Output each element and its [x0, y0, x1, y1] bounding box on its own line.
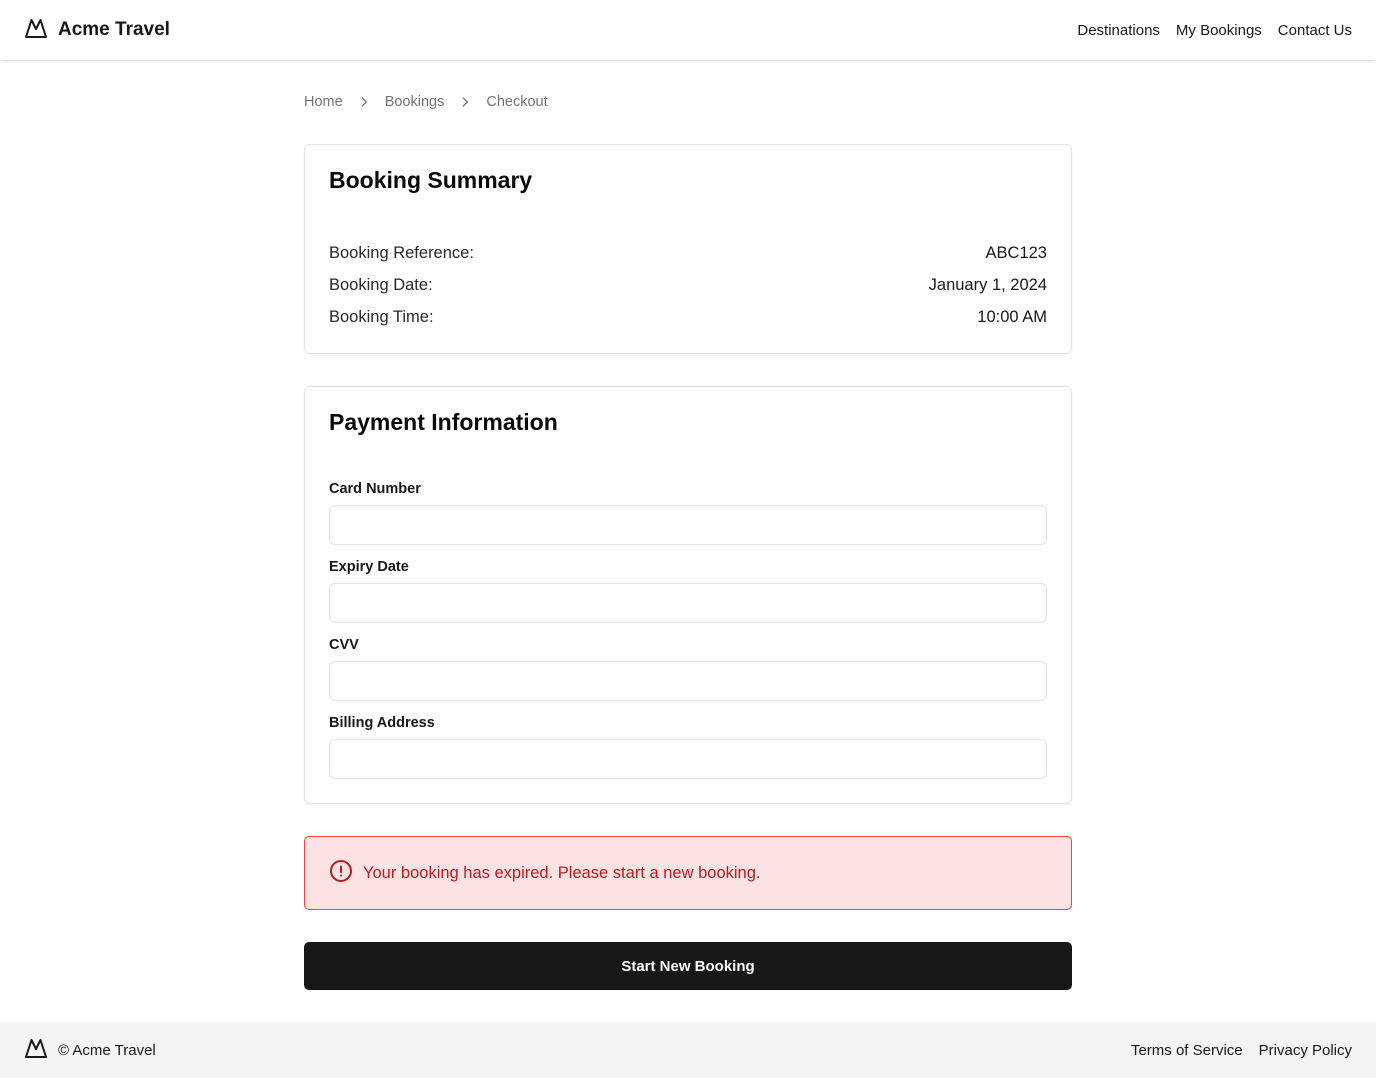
chevron-right-icon — [456, 93, 474, 111]
expiry-date-label: Expiry Date — [329, 559, 409, 575]
summary-label: Booking Date: — [329, 275, 433, 294]
expiry-date-input[interactable] — [329, 583, 1047, 623]
summary-value: 10:00 AM — [977, 307, 1047, 326]
summary-label: Booking Time: — [329, 307, 434, 326]
brand-link[interactable]: Acme Travel — [24, 16, 170, 45]
start-new-booking-button[interactable]: Start New Booking — [304, 942, 1072, 990]
breadcrumb-checkout[interactable]: Checkout — [486, 94, 547, 110]
cvv-label: CVV — [329, 637, 359, 653]
mountain-logo-icon — [24, 1036, 48, 1065]
billing-address-input[interactable] — [329, 739, 1047, 779]
breadcrumb: Home Bookings Checkout — [304, 92, 548, 112]
nav-link-my-bookings[interactable]: My Bookings — [1176, 22, 1262, 39]
footer-copyright: © Acme Travel — [58, 1041, 156, 1059]
main-nav: Destinations My Bookings Contact Us — [1077, 22, 1352, 39]
summary-value: ABC123 — [985, 243, 1047, 262]
alert-message: Your booking has expired. Please start a… — [363, 863, 761, 882]
booking-summary-title: Booking Summary — [329, 167, 533, 193]
nav-link-destinations[interactable]: Destinations — [1077, 22, 1160, 39]
footer-brand: © Acme Travel — [24, 1036, 156, 1065]
privacy-policy-link[interactable]: Privacy Policy — [1259, 1042, 1352, 1059]
summary-row-date: Booking Date: January 1, 2024 — [329, 273, 1047, 297]
site-header: Acme Travel Destinations My Bookings Con… — [0, 0, 1376, 60]
summary-value: January 1, 2024 — [928, 275, 1047, 294]
card-number-label: Card Number — [329, 481, 421, 497]
chevron-right-icon — [355, 93, 373, 111]
summary-label: Booking Reference: — [329, 243, 474, 262]
nav-link-contact-us[interactable]: Contact Us — [1278, 22, 1352, 39]
breadcrumb-home[interactable]: Home — [304, 94, 343, 110]
card-number-input[interactable] — [329, 505, 1047, 545]
mountain-logo-icon — [24, 16, 48, 45]
billing-address-label: Billing Address — [329, 715, 435, 731]
cvv-input[interactable] — [329, 661, 1047, 701]
payment-information-title: Payment Information — [329, 409, 558, 435]
alert-circle-icon — [329, 859, 353, 888]
booking-summary-card: Booking Summary Booking Reference: ABC12… — [304, 144, 1072, 354]
summary-row-reference: Booking Reference: ABC123 — [329, 241, 1047, 265]
payment-information-card: Payment Information Card Number Expiry D… — [304, 386, 1072, 804]
footer-links: Terms of Service Privacy Policy — [1131, 1042, 1352, 1059]
booking-expired-alert: Your booking has expired. Please start a… — [304, 836, 1072, 910]
summary-row-time: Booking Time: 10:00 AM — [329, 305, 1047, 329]
terms-of-service-link[interactable]: Terms of Service — [1131, 1042, 1243, 1059]
breadcrumb-bookings[interactable]: Bookings — [385, 94, 445, 110]
site-footer: © Acme Travel Terms of Service Privacy P… — [0, 1022, 1376, 1078]
brand-name: Acme Travel — [58, 19, 170, 40]
